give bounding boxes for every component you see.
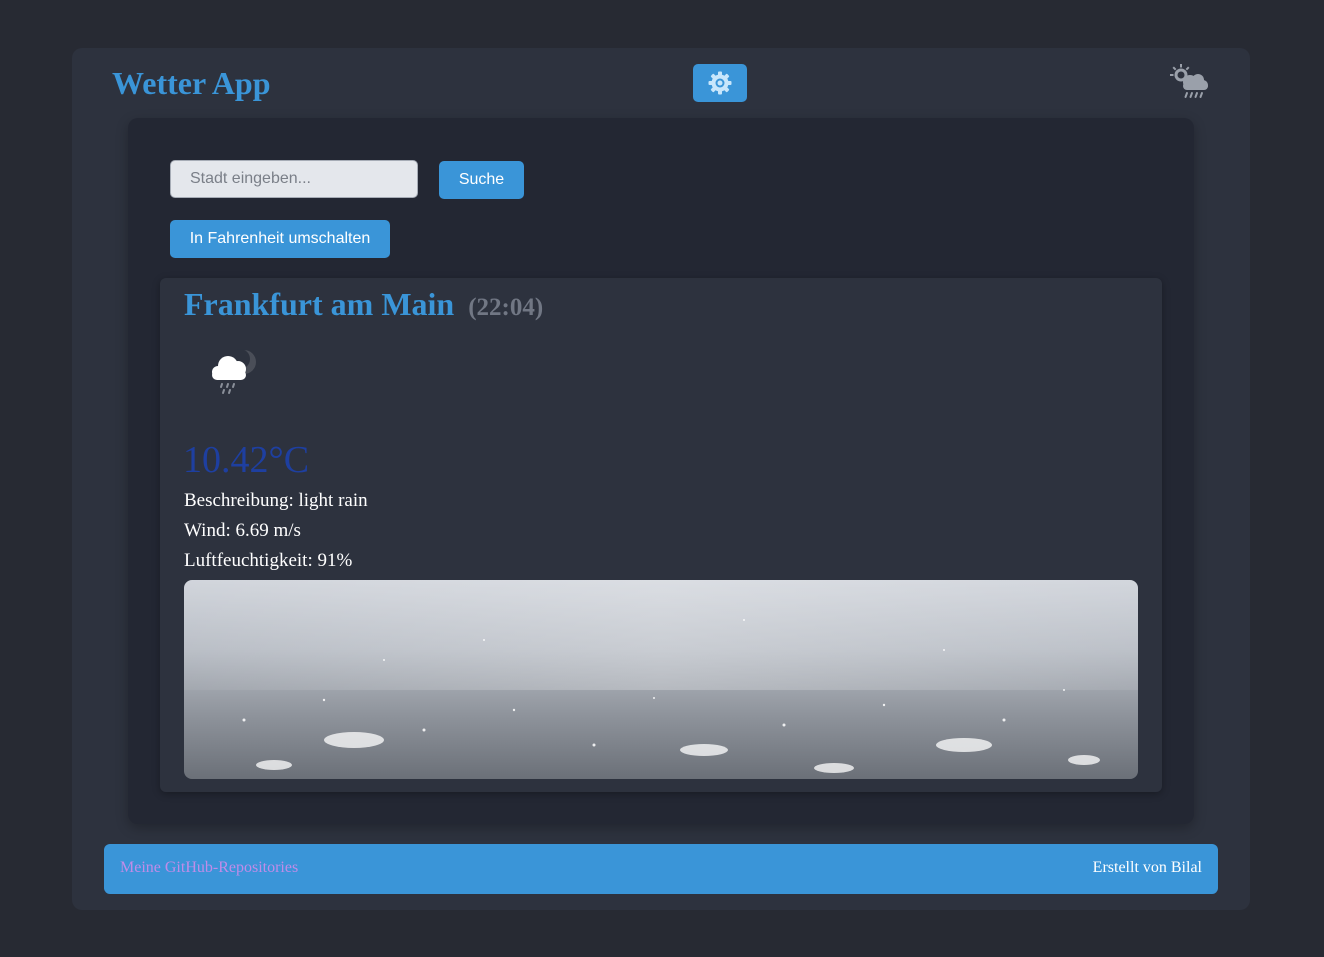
- temperature-value: 10.42°C: [183, 439, 310, 481]
- settings-button[interactable]: [693, 64, 747, 102]
- cloud-moon-rain-icon: [198, 338, 274, 410]
- humidity: Luftfeuchtigkeit: 91%: [184, 550, 353, 571]
- cloud-sun-rain-icon: [1170, 64, 1210, 100]
- city-search-input[interactable]: [170, 160, 418, 198]
- github-repositories-link[interactable]: Meine GitHub-Repositories: [120, 859, 298, 877]
- city-heading: Frankfurt am Main (22:04): [184, 286, 543, 323]
- author-credit: Erstellt von Bilal: [1092, 859, 1202, 876]
- rain-background-image: [184, 580, 1138, 779]
- search-button[interactable]: Suche: [439, 161, 524, 199]
- footer: Meine GitHub-Repositories Erstellt von B…: [104, 844, 1218, 894]
- gear-icon: [708, 71, 732, 95]
- wind-speed: Wind: 6.69 m/s: [184, 520, 301, 541]
- fahrenheit-toggle-button[interactable]: In Fahrenheit umschalten: [170, 220, 390, 258]
- local-time: (22:04): [468, 294, 544, 321]
- app-title: Wetter App: [112, 65, 271, 101]
- main-content: Suche In Fahrenheit umschalten Frankfurt…: [128, 118, 1194, 824]
- weather-card: Frankfurt am Main (22:04) 10.42°C Beschr…: [160, 278, 1162, 792]
- city-name: Frankfurt am Main: [184, 286, 455, 322]
- weather-description: Beschreibung: light rain: [184, 490, 368, 511]
- app-container: Wetter App Stadt eingeben... Suche In Fa…: [72, 48, 1250, 910]
